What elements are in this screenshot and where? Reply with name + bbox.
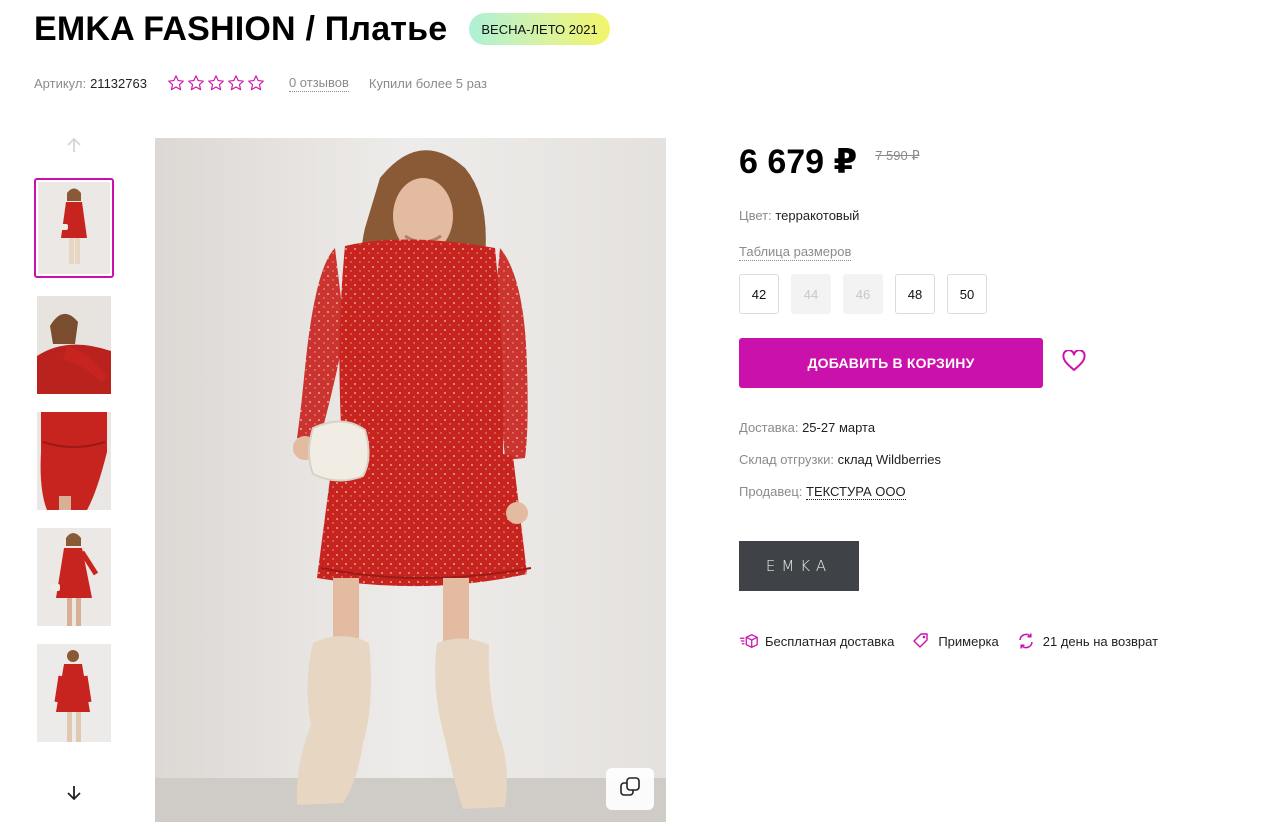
warehouse-value: склад Wildberries [837,452,941,467]
size-option[interactable]: 50 [947,274,987,314]
thumbnail[interactable] [37,412,111,510]
tag-icon [912,632,932,650]
brand-logo[interactable]: EMKA [739,541,859,591]
cart-row: ДОБАВИТЬ В КОРЗИНУ [739,338,1087,388]
product-photo-image [155,138,666,822]
size-option[interactable]: 42 [739,274,779,314]
delivery-label: Доставка: [739,420,799,435]
season-badge: ВЕСНА-ЛЕТО 2021 [469,13,610,45]
main-product-photo[interactable] [155,138,666,822]
reviews-link[interactable]: 0 отзывов [288,75,349,92]
delivery-box-icon [739,632,759,650]
star-icon [167,74,185,92]
favorite-button[interactable] [1061,348,1087,377]
thumbnail[interactable] [34,178,114,278]
star-icon [247,74,265,92]
brand-logo-text: EMKA [765,557,833,575]
thumbnail-image [38,182,110,274]
delivery-value: 25-27 марта [802,420,876,435]
thumbs-up-arrow-icon[interactable] [34,130,114,160]
thumbnail-image [37,644,111,742]
thumbnail[interactable] [37,296,111,394]
size-option: 44 [791,274,831,314]
thumbnail-image [37,412,111,510]
thumbnail[interactable] [37,644,111,742]
old-price: 7 590 ₽ [875,148,920,163]
feature-fitting: Примерка [912,632,999,650]
sku-value: 21132763 [90,75,147,91]
product-meta: Артикул: 21132763 0 отзывов Купили более… [34,73,487,93]
sku-label: Артикул: [34,75,87,91]
feature-free-delivery: Бесплатная доставка [739,632,894,650]
size-option[interactable]: 48 [895,274,935,314]
product-info-panel: 6 679 ₽ 7 590 ₽ Цвет: терракотовый Табли… [739,140,1219,649]
feature-return: 21 день на возврат [1017,632,1158,650]
delivery-row: Доставка: 25-27 марта [739,420,875,435]
feature-label: Бесплатная доставка [765,633,895,649]
size-table-link[interactable]: Таблица размеров [739,244,852,261]
product-header: EMKA FASHION / Платье ВЕСНА-ЛЕТО 2021 [34,8,610,50]
size-option: 46 [843,274,883,314]
color-row: Цвет: терракотовый [739,208,859,223]
features-row: Бесплатная доставка Примерка 21 день на … [739,632,1176,650]
copy-zoom-icon [619,776,641,803]
seller-link[interactable]: ТЕКСТУРА ООО [806,484,906,500]
seller-label: Продавец: [739,484,803,499]
color-value: терракотовый [775,208,860,223]
warehouse-row: Склад отгрузки: склад Wildberries [739,452,941,467]
thumbs-down-arrow-icon[interactable] [34,778,114,808]
warehouse-label: Склад отгрузки: [739,452,834,467]
bought-count: Купили более 5 раз [368,75,487,91]
feature-label: Примерка [938,633,999,649]
color-label: Цвет: [739,208,772,223]
star-icon [187,74,205,92]
feature-label: 21 день на возврат [1042,633,1159,649]
refresh-icon [1017,632,1037,650]
zoom-button[interactable] [606,768,654,810]
heart-icon [1062,348,1086,377]
seller-row: Продавец: ТЕКСТУРА ООО [739,484,906,500]
add-to-cart-button[interactable]: ДОБАВИТЬ В КОРЗИНУ [739,338,1043,388]
thumbnail[interactable] [37,528,111,626]
thumbnail-image [37,528,111,626]
current-price: 6 679 ₽ [739,143,858,181]
product-title: EMKA FASHION / Платье [34,10,448,48]
price-row: 6 679 ₽ 7 590 ₽ [739,140,1219,184]
size-selector: 42 44 46 48 50 [739,274,987,314]
star-icon [207,74,225,92]
thumbnail-image [37,296,111,394]
rating-stars[interactable] [167,74,265,92]
star-icon [227,74,245,92]
